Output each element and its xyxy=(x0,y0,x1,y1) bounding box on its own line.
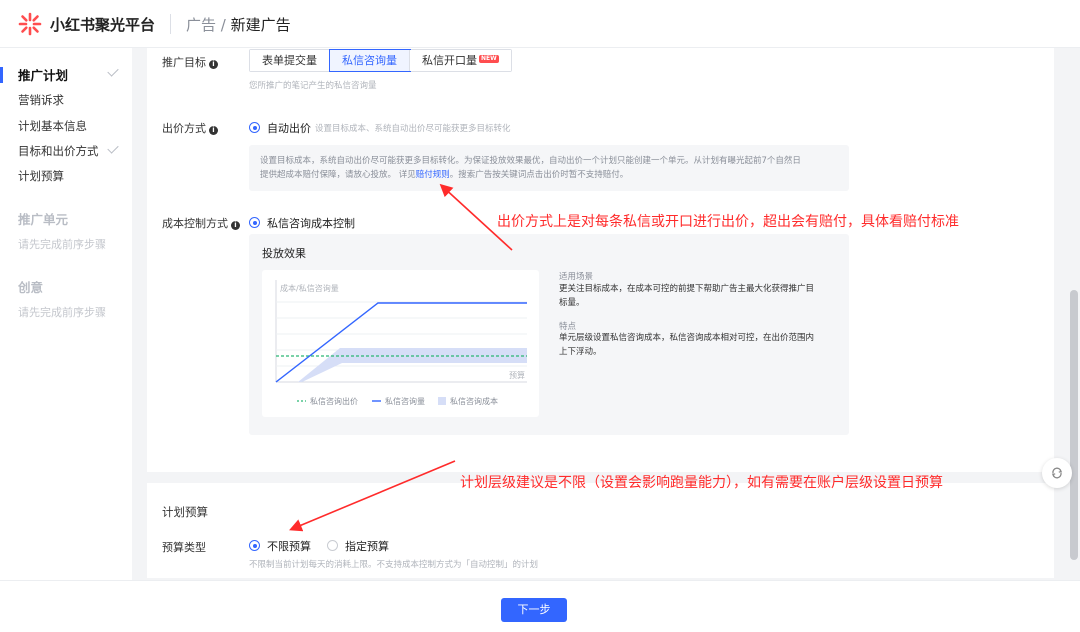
goal-hint: 您所推广的笔记产生的私信咨询量 xyxy=(249,81,377,91)
effect-title: 投放效果 xyxy=(262,247,306,260)
logo-text: 小红书聚光平台 xyxy=(50,16,156,34)
breadcrumb-current: 新建广告 xyxy=(230,16,291,34)
annotation-budget: 计划层级建议是不限（设置会影响跑量能力），如有需要在账户层级设置日预算 xyxy=(460,475,943,491)
new-badge: NEW xyxy=(479,55,499,63)
goal-option-message-open[interactable]: 私信开口量 NEW xyxy=(410,50,511,71)
sidebar-section-creative: 创意 xyxy=(18,280,44,295)
title-divider xyxy=(170,14,171,34)
budget-unlimited-label[interactable]: 不限预算 xyxy=(267,538,311,554)
cost-control-label: 成本控制方式 i xyxy=(162,215,240,231)
bid-auto-radio[interactable] xyxy=(249,122,260,133)
active-indicator xyxy=(0,67,3,83)
scrollbar-thumb[interactable] xyxy=(1070,290,1078,560)
breadcrumb: 广告 / 新建广告 xyxy=(186,14,291,35)
info-icon[interactable]: i xyxy=(209,60,218,69)
top-bar: 小红书聚光平台 广告 / 新建广告 xyxy=(0,0,1080,48)
sidebar: 推广计划 营销诉求 计划基本信息 目标和出价方式 计划预算 推广单元 请先完成前… xyxy=(0,48,132,580)
cost-control-radio[interactable] xyxy=(249,217,260,228)
budget-type-label: 预算类型 xyxy=(162,541,206,554)
check-icon xyxy=(107,65,119,77)
breadcrumb-separator: / xyxy=(216,16,231,34)
effect-chart: 成本/私信咨询量 预算 私信咨询出价 私信咨询量 私信咨询成本 xyxy=(275,280,527,406)
next-button[interactable]: 下一步 xyxy=(501,598,567,622)
sidebar-section-unit: 推广单元 xyxy=(18,212,69,227)
info-icon[interactable]: i xyxy=(209,126,218,135)
budget-specified-label[interactable]: 指定预算 xyxy=(345,538,389,554)
goal-segmented-control: 表单提交量 私信咨询量 私信开口量 NEW xyxy=(249,49,512,72)
goal-option-form[interactable]: 表单提交量 xyxy=(250,50,330,71)
scene-title: 适用场景 xyxy=(559,272,594,282)
sidebar-item-plan-budget[interactable]: 计划预算 xyxy=(18,168,64,184)
support-float-button[interactable] xyxy=(1042,458,1072,488)
bid-label: 出价方式 i xyxy=(162,120,218,136)
legend-cost-swatch xyxy=(438,397,446,405)
budget-section-title: 计划预算 xyxy=(162,505,208,519)
footer-bar: 下一步 xyxy=(0,580,1080,632)
breadcrumb-parent[interactable]: 广告 xyxy=(186,16,216,34)
scene-text: 更关注目标成本，在成本可控的前提下帮助广告主最大化获得推广目 标量。 xyxy=(559,284,815,308)
sidebar-item-marketing-goal[interactable]: 营销诉求 xyxy=(18,92,64,108)
goal-label: 推广目标 i xyxy=(162,54,218,70)
bid-auto-hint: 设置目标成本、系统自动出价尽可能获更多目标转化 xyxy=(315,124,511,134)
budget-unlimited-radio[interactable] xyxy=(249,540,260,551)
check-icon xyxy=(107,142,119,154)
bid-desc: 设置目标成本，系统自动出价尽可能获更多目标转化。为保证投放效果最优，自动出价一个… xyxy=(260,156,801,180)
sidebar-item-goal-bid[interactable]: 目标和出价方式 xyxy=(18,143,99,159)
goal-option-message-consult[interactable]: 私信咨询量 xyxy=(329,49,411,72)
effect-chart-card: 成本/私信咨询量 预算 私信咨询出价 私信咨询量 私信咨询成本 xyxy=(262,270,539,417)
budget-hint: 不限制当前计划每天的消耗上限。不支持成本控制方式为「自动控制」的计划 xyxy=(249,560,539,570)
cost-band xyxy=(298,348,527,382)
budget-specified-radio[interactable] xyxy=(327,540,338,551)
sidebar-creative-hint: 请先完成前序步骤 xyxy=(18,306,106,319)
feature-text: 单元层级设置私信咨询成本，私信咨询成本相对可控，在出价范围内 上下浮动。 xyxy=(559,333,815,357)
annotation-bid: 出价方式上是对每条私信或开口进行出价，超出会有赔付，具体看赔付标准 xyxy=(497,214,959,230)
legend-bid: 私信咨询出价 xyxy=(310,396,358,406)
legend-volume: 私信咨询量 xyxy=(385,396,425,406)
sidebar-unit-hint: 请先完成前序步骤 xyxy=(18,238,106,251)
legend-cost: 私信咨询成本 xyxy=(450,396,498,406)
y-axis-label: 成本/私信咨询量 xyxy=(280,283,339,293)
compensation-rules-link[interactable]: 赔付规则 xyxy=(416,170,450,180)
cost-control-option[interactable]: 私信咨询成本控制 xyxy=(267,215,355,231)
x-axis-label: 预算 xyxy=(509,370,525,380)
info-icon[interactable]: i xyxy=(231,221,240,230)
bid-auto-label[interactable]: 自动出价 xyxy=(267,120,311,136)
sidebar-section-plan[interactable]: 推广计划 xyxy=(18,65,68,84)
sidebar-item-plan-info[interactable]: 计划基本信息 xyxy=(18,118,87,134)
refresh-icon xyxy=(1051,467,1063,479)
logo-icon xyxy=(18,12,42,36)
